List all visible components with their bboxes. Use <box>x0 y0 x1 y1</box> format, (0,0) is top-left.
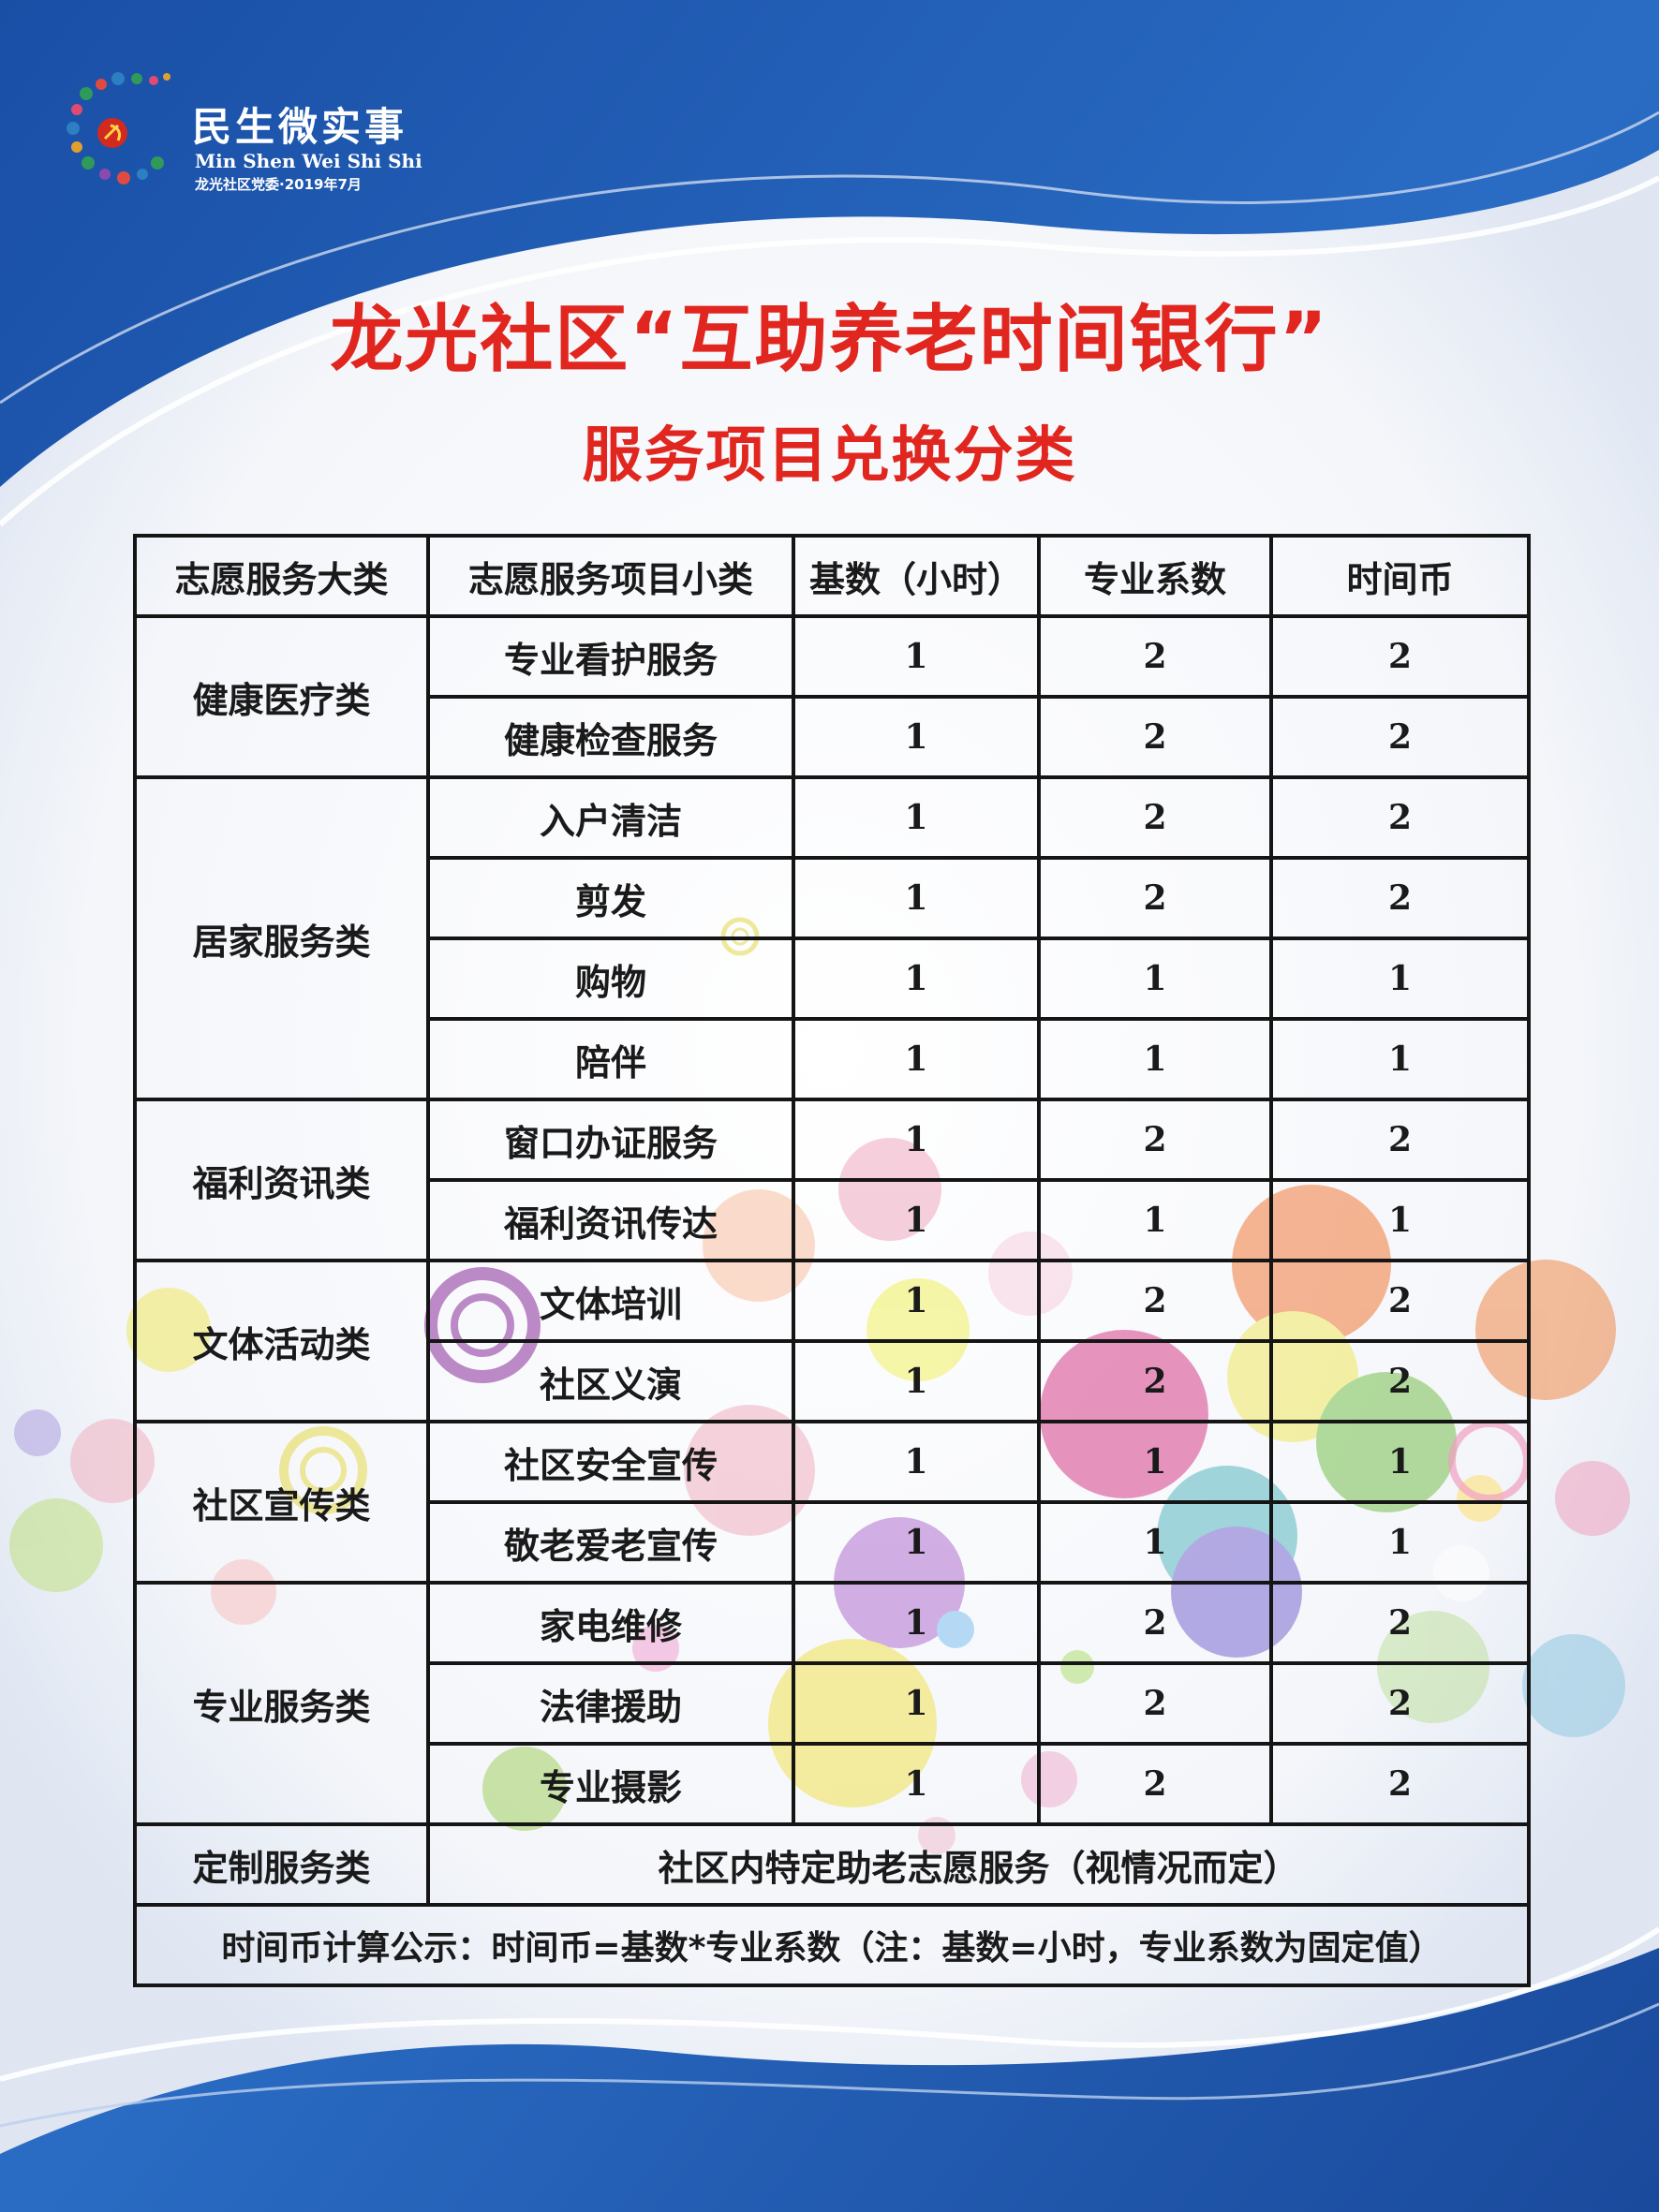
coin-cell: 2 <box>1269 1581 1531 1665</box>
item-cell: 福利资讯传达 <box>426 1178 795 1262</box>
logo-subtitle: 龙光社区党委·2019年7月 <box>195 176 362 193</box>
coefficient-cell: 2 <box>1037 1742 1273 1826</box>
time-coin-formula: 时间币计算公示：时间币=基数*专业系数（注：基数=小时，专业系数为固定值） <box>133 1903 1531 1987</box>
item-cell: 法律援助 <box>426 1661 795 1746</box>
table-row: 福利资讯类 窗口办证服务 1 2 2 <box>133 1098 1531 1262</box>
category-cell: 居家服务类 <box>133 775 430 1101</box>
logo-title: 民生微实事 <box>192 104 408 150</box>
coefficient-cell: 2 <box>1037 1661 1273 1746</box>
item-cell: 购物 <box>426 936 795 1021</box>
coin-cell: 1 <box>1269 1500 1531 1585</box>
coefficient-cell: 1 <box>1037 936 1273 1021</box>
item-cell: 家电维修 <box>426 1581 795 1665</box>
item-cell: 敬老爱老宣传 <box>426 1500 795 1585</box>
coefficient-cell: 1 <box>1037 1178 1273 1262</box>
coin-cell: 2 <box>1269 856 1531 940</box>
coefficient-cell: 2 <box>1037 1098 1273 1182</box>
page-title: 龙光社区“互助养老时间银行” <box>330 298 1329 382</box>
base-cell: 1 <box>792 1339 1041 1423</box>
coefficient-cell: 2 <box>1037 775 1273 860</box>
table-row: 社区宣传类 社区安全宣传 1 1 1 <box>133 1420 1531 1585</box>
coefficient-cell: 1 <box>1037 1500 1273 1585</box>
category-cell: 专业服务类 <box>133 1581 430 1826</box>
base-cell: 1 <box>792 1742 1041 1826</box>
coin-cell: 2 <box>1269 614 1531 699</box>
header-item: 志愿服务项目小类 <box>426 534 795 618</box>
logo: 民生微实事 Min Shen Wei Shi Shi 龙光社区党委·2019年7… <box>56 58 431 199</box>
coin-cell: 2 <box>1269 1661 1531 1746</box>
item-cell: 社区义演 <box>426 1339 795 1423</box>
header-time-coin: 时间币 <box>1269 534 1531 618</box>
base-cell: 1 <box>792 695 1041 779</box>
base-cell: 1 <box>792 1017 1041 1101</box>
coin-cell: 1 <box>1269 936 1531 1021</box>
category-cell: 健康医疗类 <box>133 614 430 779</box>
header-category: 志愿服务大类 <box>133 534 430 618</box>
category-cell: 文体活动类 <box>133 1259 430 1423</box>
coefficient-cell: 2 <box>1037 1581 1273 1665</box>
base-cell: 1 <box>792 1500 1041 1585</box>
base-cell: 1 <box>792 1420 1041 1504</box>
table-row: 文体活动类 文体培训 1 2 2 <box>133 1259 1531 1423</box>
coin-cell: 2 <box>1269 1259 1531 1343</box>
base-cell: 1 <box>792 1098 1041 1182</box>
coefficient-cell: 1 <box>1037 1420 1273 1504</box>
item-cell: 文体培训 <box>426 1259 795 1343</box>
item-cell: 专业看护服务 <box>426 614 795 699</box>
base-cell: 1 <box>792 775 1041 860</box>
custom-service-description: 社区内特定助老志愿服务（视情况而定） <box>426 1822 1531 1907</box>
coefficient-cell: 2 <box>1037 695 1273 779</box>
logo-pinyin: Min Shen Wei Shi Shi <box>195 150 422 172</box>
base-cell: 1 <box>792 1178 1041 1262</box>
table-header-row: 志愿服务大类 志愿服务项目小类 基数（小时） 专业系数 时间币 <box>133 534 1531 618</box>
logo-emblem-icon <box>67 72 170 184</box>
header-base: 基数（小时） <box>792 534 1041 618</box>
coefficient-cell: 2 <box>1037 614 1273 699</box>
page-subtitle: 服务项目兑换分类 <box>582 421 1077 491</box>
formula-row: 时间币计算公示：时间币=基数*专业系数（注：基数=小时，专业系数为固定值） <box>133 1903 1531 1987</box>
item-cell: 社区安全宣传 <box>426 1420 795 1504</box>
base-cell: 1 <box>792 856 1041 940</box>
coin-cell: 2 <box>1269 695 1531 779</box>
base-cell: 1 <box>792 1581 1041 1665</box>
coin-cell: 1 <box>1269 1420 1531 1504</box>
coin-cell: 2 <box>1269 1339 1531 1423</box>
custom-service-row: 定制服务类 社区内特定助老志愿服务（视情况而定） <box>133 1822 1531 1907</box>
base-cell: 1 <box>792 1661 1041 1746</box>
item-cell: 陪伴 <box>426 1017 795 1101</box>
category-cell: 福利资讯类 <box>133 1098 430 1262</box>
service-exchange-table: 志愿服务大类 志愿服务项目小类 基数（小时） 专业系数 时间币 健康医疗类 专业… <box>133 534 1531 1987</box>
table-row: 居家服务类 入户清洁 1 2 2 <box>133 775 1531 1101</box>
coin-cell: 1 <box>1269 1017 1531 1101</box>
base-cell: 1 <box>792 1259 1041 1343</box>
header-coefficient: 专业系数 <box>1037 534 1273 618</box>
item-cell: 剪发 <box>426 856 795 940</box>
base-cell: 1 <box>792 936 1041 1021</box>
coefficient-cell: 1 <box>1037 1017 1273 1101</box>
coefficient-cell: 2 <box>1037 856 1273 940</box>
item-cell: 健康检查服务 <box>426 695 795 779</box>
table-row: 专业服务类 家电维修 1 2 2 <box>133 1581 1531 1826</box>
item-cell: 窗口办证服务 <box>426 1098 795 1182</box>
category-cell: 社区宣传类 <box>133 1420 430 1585</box>
item-cell: 入户清洁 <box>426 775 795 860</box>
category-cell: 定制服务类 <box>133 1822 430 1907</box>
coin-cell: 1 <box>1269 1178 1531 1262</box>
coin-cell: 2 <box>1269 1742 1531 1826</box>
item-cell: 专业摄影 <box>426 1742 795 1826</box>
coin-cell: 2 <box>1269 1098 1531 1182</box>
coin-cell: 2 <box>1269 775 1531 860</box>
table-row: 健康医疗类 专业看护服务 1 2 2 <box>133 614 1531 779</box>
base-cell: 1 <box>792 614 1041 699</box>
coefficient-cell: 2 <box>1037 1259 1273 1343</box>
coefficient-cell: 2 <box>1037 1339 1273 1423</box>
